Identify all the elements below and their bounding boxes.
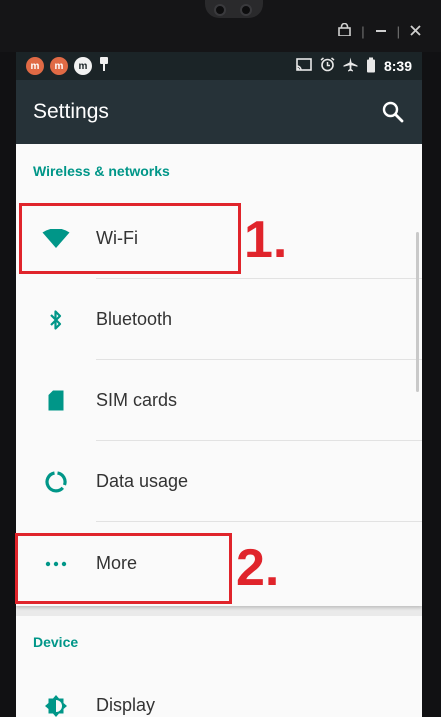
device-bezel-left [0, 52, 16, 717]
app-m-white-icon: m [74, 57, 92, 75]
settings-item-label: SIM cards [96, 390, 178, 410]
app-m-icon: m [50, 57, 68, 75]
divider [96, 521, 422, 522]
data-usage-icon [45, 470, 67, 492]
status-bar: m m m 8:39 [16, 52, 422, 80]
settings-item-data-usage[interactable]: Data usage [16, 441, 422, 522]
search-button[interactable] [378, 97, 408, 127]
device-card: Device Display [16, 616, 422, 717]
cast-icon [296, 57, 312, 75]
camera-housing [205, 0, 263, 18]
settings-item-label: Display [96, 695, 156, 715]
annotation-number-2: 2. [236, 539, 280, 597]
battery-icon [366, 57, 376, 76]
search-icon [382, 101, 404, 123]
settings-item-display[interactable]: Display [16, 665, 422, 717]
display-icon [45, 694, 67, 717]
annotation-box-more [15, 533, 232, 604]
minimize-icon[interactable] [375, 24, 387, 39]
notification-icons: m m m [26, 56, 110, 77]
status-time: 8:39 [383, 58, 412, 74]
settings-item-sim-cards[interactable]: SIM cards [16, 360, 422, 441]
usb-icon [98, 56, 110, 77]
settings-item-bluetooth[interactable]: Bluetooth [16, 279, 422, 360]
scrollbar[interactable] [416, 232, 419, 392]
alarm-icon [320, 57, 335, 75]
annotation-box-wifi [19, 203, 241, 274]
lock-icon[interactable] [338, 22, 352, 39]
app-toolbar: Settings [16, 80, 422, 144]
sim-card-icon [48, 390, 64, 411]
device-bezel-top: | | [0, 0, 441, 52]
app-m-icon: m [26, 57, 44, 75]
close-icon[interactable] [410, 24, 421, 39]
device-bezel-right [422, 52, 441, 717]
airplane-icon [343, 57, 358, 75]
section-header-wireless: Wireless & networks [33, 163, 170, 179]
settings-item-label: Bluetooth [96, 309, 173, 329]
separator-icon: | [361, 23, 365, 39]
emulator-window-controls: | | [338, 22, 421, 39]
status-indicators: 8:39 [296, 57, 412, 76]
bluetooth-icon [50, 309, 62, 330]
section-header-device: Device [33, 634, 79, 650]
annotation-number-1: 1. [244, 211, 288, 269]
camera-icon [240, 4, 252, 16]
settings-item-label: Data usage [96, 471, 189, 491]
sensor-icon [214, 4, 226, 16]
separator-icon: | [396, 23, 400, 39]
page-title: Settings [33, 100, 109, 123]
